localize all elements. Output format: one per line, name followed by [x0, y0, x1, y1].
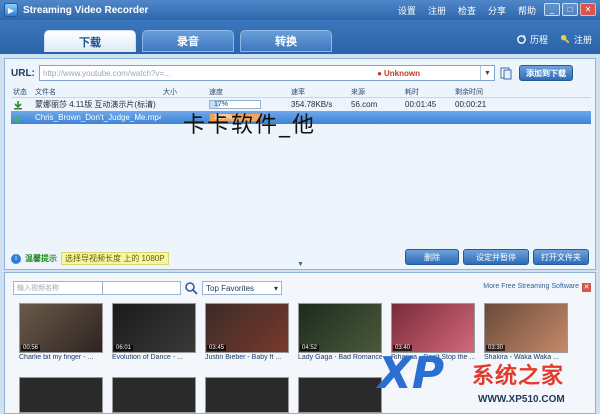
- video-thumbnail: 03:40: [391, 303, 475, 353]
- downloading-icon: [11, 98, 33, 111]
- close-button[interactable]: ✕: [580, 3, 596, 16]
- url-label: URL:: [11, 67, 35, 79]
- video-thumbnail[interactable]: [112, 377, 196, 413]
- minimize-button[interactable]: _: [544, 3, 560, 16]
- row-elapsed: 00:01:45: [405, 100, 437, 109]
- history-button[interactable]: 历程: [516, 33, 548, 46]
- app-logo-icon: ▶: [4, 3, 18, 17]
- row-filename: 蒙娜丽莎 4.11版 互动演示片(标清): [35, 100, 156, 109]
- refresh-icon: [517, 34, 526, 44]
- pause-button[interactable]: 设定并暂停: [463, 249, 529, 265]
- site-brand-logo: XP 系统之家 WWW.XP510.COM: [378, 352, 596, 412]
- video-card[interactable]: 04:52 Lady Gaga - Bad Romance ...: [298, 303, 382, 361]
- register-button[interactable]: 注册: [560, 33, 592, 46]
- video-thumbnail: 04:52: [298, 303, 382, 353]
- url-value: http://www.youtube.com/watch?v=...: [43, 68, 171, 78]
- col-remaining[interactable]: 剩余时间: [453, 87, 503, 97]
- col-size[interactable]: 大小: [161, 87, 207, 97]
- tip-link[interactable]: 选择导视频长度 上的 1080P: [61, 252, 169, 265]
- row-remaining: 00:00:21: [455, 100, 487, 109]
- tab-band: 下载 录音 转换 历程 注册: [0, 20, 600, 54]
- video-card[interactable]: 06:01 Evolution of Dance - ...: [112, 303, 196, 361]
- chevron-down-icon: ▾: [273, 283, 278, 293]
- brand-url: WWW.XP510.COM: [478, 394, 565, 405]
- video-thumbnail: 03:30: [484, 303, 568, 353]
- row-elapsed: [403, 111, 453, 124]
- menu-item-settings[interactable]: 设置: [398, 4, 416, 17]
- video-thumbnail: 03:45: [205, 303, 289, 353]
- url-input[interactable]: http://www.youtube.com/watch?v=... ● Unk…: [39, 65, 495, 81]
- info-icon: i: [11, 253, 21, 264]
- col-status[interactable]: 状态: [11, 87, 33, 97]
- paste-icon[interactable]: [499, 66, 513, 80]
- col-filename[interactable]: 文件名: [33, 87, 161, 97]
- tab-download[interactable]: 下载: [44, 30, 136, 52]
- row-source: 56.com: [351, 100, 378, 109]
- search-input-secondary[interactable]: [103, 281, 181, 295]
- tab-actions: 历程 注册: [516, 33, 592, 46]
- video-grid-row-2: [19, 377, 382, 413]
- app-title: Streaming Video Recorder: [23, 4, 149, 16]
- search-row: 输入视频名称 Top Favorites ▾: [13, 281, 282, 295]
- url-dropdown-button[interactable]: ▼: [480, 66, 494, 80]
- video-thumbnail[interactable]: [205, 377, 289, 413]
- row-remaining: [453, 111, 503, 124]
- url-row: URL: http://www.youtube.com/watch?v=... …: [11, 65, 591, 81]
- menu-item-share[interactable]: 分享: [488, 4, 506, 17]
- video-card[interactable]: 03:45 Justin Bieber - Baby ft ...: [205, 303, 289, 361]
- video-thumbnail: 06:01: [112, 303, 196, 353]
- download-panel: URL: http://www.youtube.com/watch?v=... …: [4, 58, 596, 270]
- brand-xp: XP: [378, 348, 445, 399]
- menu-item-register[interactable]: 注册: [428, 4, 446, 17]
- video-title: Evolution of Dance - ...: [112, 354, 183, 361]
- menu-bar: 设置 注册 检查 分享 帮助: [398, 0, 536, 20]
- tab-record[interactable]: 录音: [142, 30, 234, 52]
- watermark-text: 卡卡软件_他: [183, 113, 317, 138]
- search-icon[interactable]: [184, 281, 198, 295]
- tip-label: 温馨提示: [25, 254, 57, 263]
- video-thumbnail[interactable]: [298, 377, 382, 413]
- menu-item-check[interactable]: 检查: [458, 4, 476, 17]
- delete-button[interactable]: 删除: [405, 249, 459, 265]
- more-software-link[interactable]: More Free Streaming Software: [483, 283, 579, 290]
- col-rate[interactable]: 速率: [289, 87, 349, 97]
- splitter-arrow-icon[interactable]: ▼: [297, 261, 304, 268]
- title-bar: ▶ Streaming Video Recorder 设置 注册 检查 分享 帮…: [0, 0, 600, 20]
- video-title: Justin Bieber - Baby ft ...: [205, 354, 282, 361]
- open-folder-button[interactable]: 打开文件夹: [533, 249, 589, 265]
- video-title: Lady Gaga - Bad Romance ...: [298, 354, 382, 361]
- complete-check-icon: [11, 111, 33, 124]
- video-thumbnail[interactable]: [19, 377, 103, 413]
- favorites-select[interactable]: Top Favorites ▾: [202, 281, 282, 295]
- row-filename: Chris_Brown_Don't_Judge_Me.mp4: [35, 113, 161, 122]
- close-icon[interactable]: ✕: [582, 283, 591, 292]
- col-elapsed[interactable]: 耗时: [403, 87, 453, 97]
- action-buttons: 删除 设定并暂停 打开文件夹: [405, 249, 589, 265]
- key-icon: [560, 34, 570, 44]
- add-download-button[interactable]: 添加到下载: [519, 65, 573, 81]
- video-thumbnail: 00:56: [19, 303, 103, 353]
- tab-convert[interactable]: 转换: [240, 30, 332, 52]
- table-header: 状态 文件名 大小 速度 速率 来源 耗时 剩余时间: [11, 87, 591, 98]
- video-title: Charlie bit my finger - ...: [19, 354, 94, 361]
- row-source: [349, 111, 403, 124]
- url-status: ● Unknown: [377, 68, 420, 78]
- status-dot-icon: ●: [377, 68, 382, 78]
- col-source[interactable]: 来源: [349, 87, 403, 97]
- search-input[interactable]: 输入视频名称: [13, 281, 103, 295]
- maximize-button[interactable]: □: [562, 3, 578, 16]
- menu-item-help[interactable]: 帮助: [518, 4, 536, 17]
- col-speed[interactable]: 速度: [207, 87, 289, 97]
- brand-name: 系统之家: [472, 363, 565, 388]
- window-controls: _ □ ✕: [544, 3, 596, 16]
- video-card[interactable]: 00:56 Charlie bit my finger - ...: [19, 303, 103, 361]
- tip-bar: i 温馨提示 选择导视频长度 上的 1080P: [11, 252, 169, 265]
